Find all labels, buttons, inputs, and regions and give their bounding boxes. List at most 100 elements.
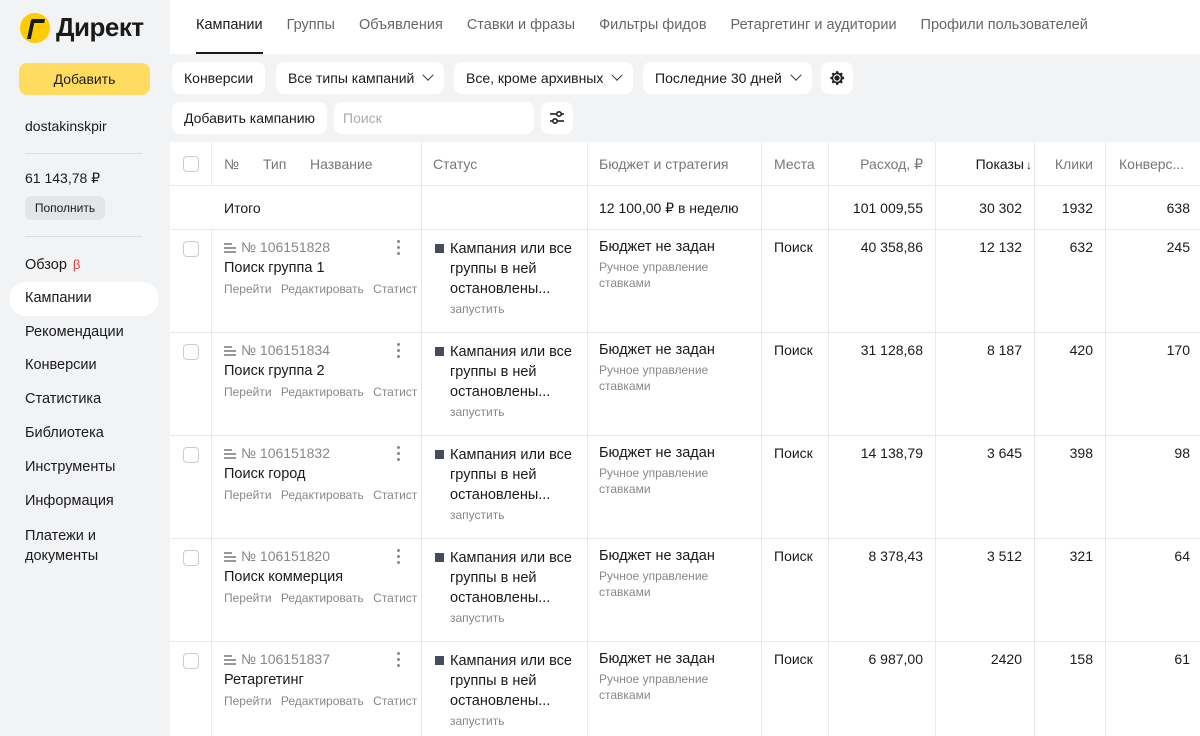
strategy-text: Ручное управление ставками xyxy=(599,362,708,394)
select-all-checkbox[interactable] xyxy=(183,156,199,172)
tab-user-profiles[interactable]: Профили пользователей xyxy=(921,0,1088,54)
clicks-cell: 158 xyxy=(1035,642,1106,736)
archive-label: Все, кроме архивных xyxy=(466,70,604,86)
campaign-name[interactable]: Ретаргетинг xyxy=(224,672,304,688)
tab-bids-phrases[interactable]: Ставки и фразы xyxy=(467,0,575,54)
spend-value: 14 138,79 xyxy=(860,445,923,461)
archive-dropdown[interactable]: Все, кроме архивных xyxy=(454,62,634,94)
budget-cell: Бюджет не задан Ручное управление ставка… xyxy=(588,642,762,736)
start-link[interactable]: запустить xyxy=(450,302,505,316)
conversions-filter[interactable]: Конверсии xyxy=(172,62,266,94)
row-checkbox-cell xyxy=(170,230,212,332)
sidebar-item-tools[interactable]: Инструменты xyxy=(9,451,159,485)
start-link[interactable]: запустить xyxy=(450,714,505,728)
account-login[interactable]: dostakinskpir xyxy=(25,118,107,134)
edit-link[interactable]: Редактировать xyxy=(281,591,364,605)
sidebar-item-library[interactable]: Библиотека xyxy=(9,417,159,451)
row-checkbox[interactable] xyxy=(183,653,199,669)
sort-desc-icon: ↓ xyxy=(1026,158,1032,172)
more-menu-icon[interactable] xyxy=(397,446,401,464)
sidebar-item-information[interactable]: Информация xyxy=(9,485,159,519)
logo[interactable]: Директ xyxy=(20,12,144,43)
sliders-icon xyxy=(550,110,564,125)
status-cell: Кампания или все группы в ней остановлен… xyxy=(422,539,588,641)
row-actions: Перейти Редактировать Статист xyxy=(224,385,417,399)
row-checkbox[interactable] xyxy=(183,344,199,360)
budget-text: Бюджет не задан xyxy=(599,239,715,255)
row-checkbox[interactable] xyxy=(183,550,199,566)
search-input[interactable] xyxy=(334,102,534,134)
sidebar-item-campaigns[interactable]: Кампании xyxy=(9,281,159,316)
campaign-name[interactable]: Поиск город xyxy=(224,466,306,482)
go-link[interactable]: Перейти xyxy=(224,385,272,399)
budget-cell: Бюджет не задан Ручное управление ставка… xyxy=(588,230,762,332)
tab-groups[interactable]: Группы xyxy=(287,0,335,54)
impressions-value: 2420 xyxy=(990,651,1022,667)
edit-link[interactable]: Редактировать xyxy=(281,282,364,296)
sidebar-item-conversions[interactable]: Конверсии xyxy=(9,349,159,383)
header-spend[interactable]: Расход, ₽ xyxy=(860,156,923,173)
total-clicks-cell: 1932 xyxy=(1035,186,1106,229)
header-budget[interactable]: Бюджет и стратегия xyxy=(599,156,728,172)
row-checkbox[interactable] xyxy=(183,241,199,257)
edit-link[interactable]: Редактировать xyxy=(281,385,364,399)
stats-link[interactable]: Статист xyxy=(373,591,417,605)
start-link[interactable]: запустить xyxy=(450,611,505,625)
status-text-line: остановлены... xyxy=(450,384,551,400)
campaign-id-line: № 106151837 xyxy=(224,651,330,667)
header-impressions[interactable]: Показы ↓ xyxy=(976,156,1032,172)
topup-button[interactable]: Пополнить xyxy=(25,196,105,220)
campaign-id: № 106151828 xyxy=(241,239,330,255)
total-checkbox-cell xyxy=(170,186,212,229)
header-conversions[interactable]: Конверс... xyxy=(1119,156,1184,172)
go-link[interactable]: Перейти xyxy=(224,591,272,605)
stats-link[interactable]: Статист xyxy=(373,282,417,296)
add-campaign-button[interactable]: Добавить кампанию xyxy=(172,102,328,134)
more-menu-icon[interactable] xyxy=(397,549,401,567)
clicks-value: 420 xyxy=(1069,342,1093,358)
campaign-name[interactable]: Поиск группа 2 xyxy=(224,363,325,379)
tab-campaigns[interactable]: Кампании xyxy=(196,0,263,54)
start-link[interactable]: запустить xyxy=(450,508,505,522)
tab-feed-filters[interactable]: Фильтры фидов xyxy=(599,0,706,54)
header-num[interactable]: № xyxy=(224,156,239,172)
stats-link[interactable]: Статист xyxy=(373,488,417,502)
campaign-name[interactable]: Поиск группа 1 xyxy=(224,260,325,276)
more-menu-icon[interactable] xyxy=(397,652,401,670)
sidebar-item-label: Информация xyxy=(25,492,114,509)
add-button[interactable]: Добавить xyxy=(19,63,150,95)
header-type[interactable]: Тип xyxy=(263,156,286,172)
go-link[interactable]: Перейти xyxy=(224,282,272,296)
sidebar-item-overview[interactable]: Обзор β xyxy=(9,248,159,282)
clicks-value: 398 xyxy=(1069,445,1093,461)
stats-link[interactable]: Статист xyxy=(373,694,417,708)
campaign-types-dropdown[interactable]: Все типы кампаний xyxy=(276,62,445,94)
more-menu-icon[interactable] xyxy=(397,343,401,361)
campaign-cell: № 106151837 Ретаргетинг Перейти Редактир… xyxy=(212,642,422,736)
sidebar-item-statistics[interactable]: Статистика xyxy=(9,383,159,417)
stats-link[interactable]: Статист xyxy=(373,385,417,399)
filter-settings-button[interactable] xyxy=(541,102,573,134)
header-clicks[interactable]: Клики xyxy=(1055,156,1093,172)
header-places[interactable]: Места xyxy=(774,156,815,172)
tab-retargeting[interactable]: Ретаргетинг и аудитории xyxy=(731,0,897,54)
edit-link[interactable]: Редактировать xyxy=(281,694,364,708)
sidebar-item-recommendations[interactable]: Рекомендации xyxy=(9,316,159,350)
header-status[interactable]: Статус xyxy=(433,156,477,172)
start-link[interactable]: запустить xyxy=(450,405,505,419)
settings-button[interactable] xyxy=(821,62,853,94)
tab-ads[interactable]: Объявления xyxy=(359,0,443,54)
campaign-types-label: Все типы кампаний xyxy=(288,70,415,86)
total-conversions: 638 xyxy=(1166,200,1190,216)
row-checkbox[interactable] xyxy=(183,447,199,463)
total-budget: 12 100,00 ₽ в неделю xyxy=(599,200,739,216)
header-name[interactable]: Название xyxy=(310,156,373,172)
more-menu-icon[interactable] xyxy=(397,240,401,258)
sidebar-item-payments[interactable]: Платежи и документы xyxy=(9,518,159,566)
period-dropdown[interactable]: Последние 30 дней xyxy=(643,62,812,94)
campaign-name[interactable]: Поиск коммерция xyxy=(224,569,343,585)
edit-link[interactable]: Редактировать xyxy=(281,488,364,502)
header-campaign-cell: № Тип Название xyxy=(212,142,422,185)
go-link[interactable]: Перейти xyxy=(224,488,272,502)
go-link[interactable]: Перейти xyxy=(224,694,272,708)
